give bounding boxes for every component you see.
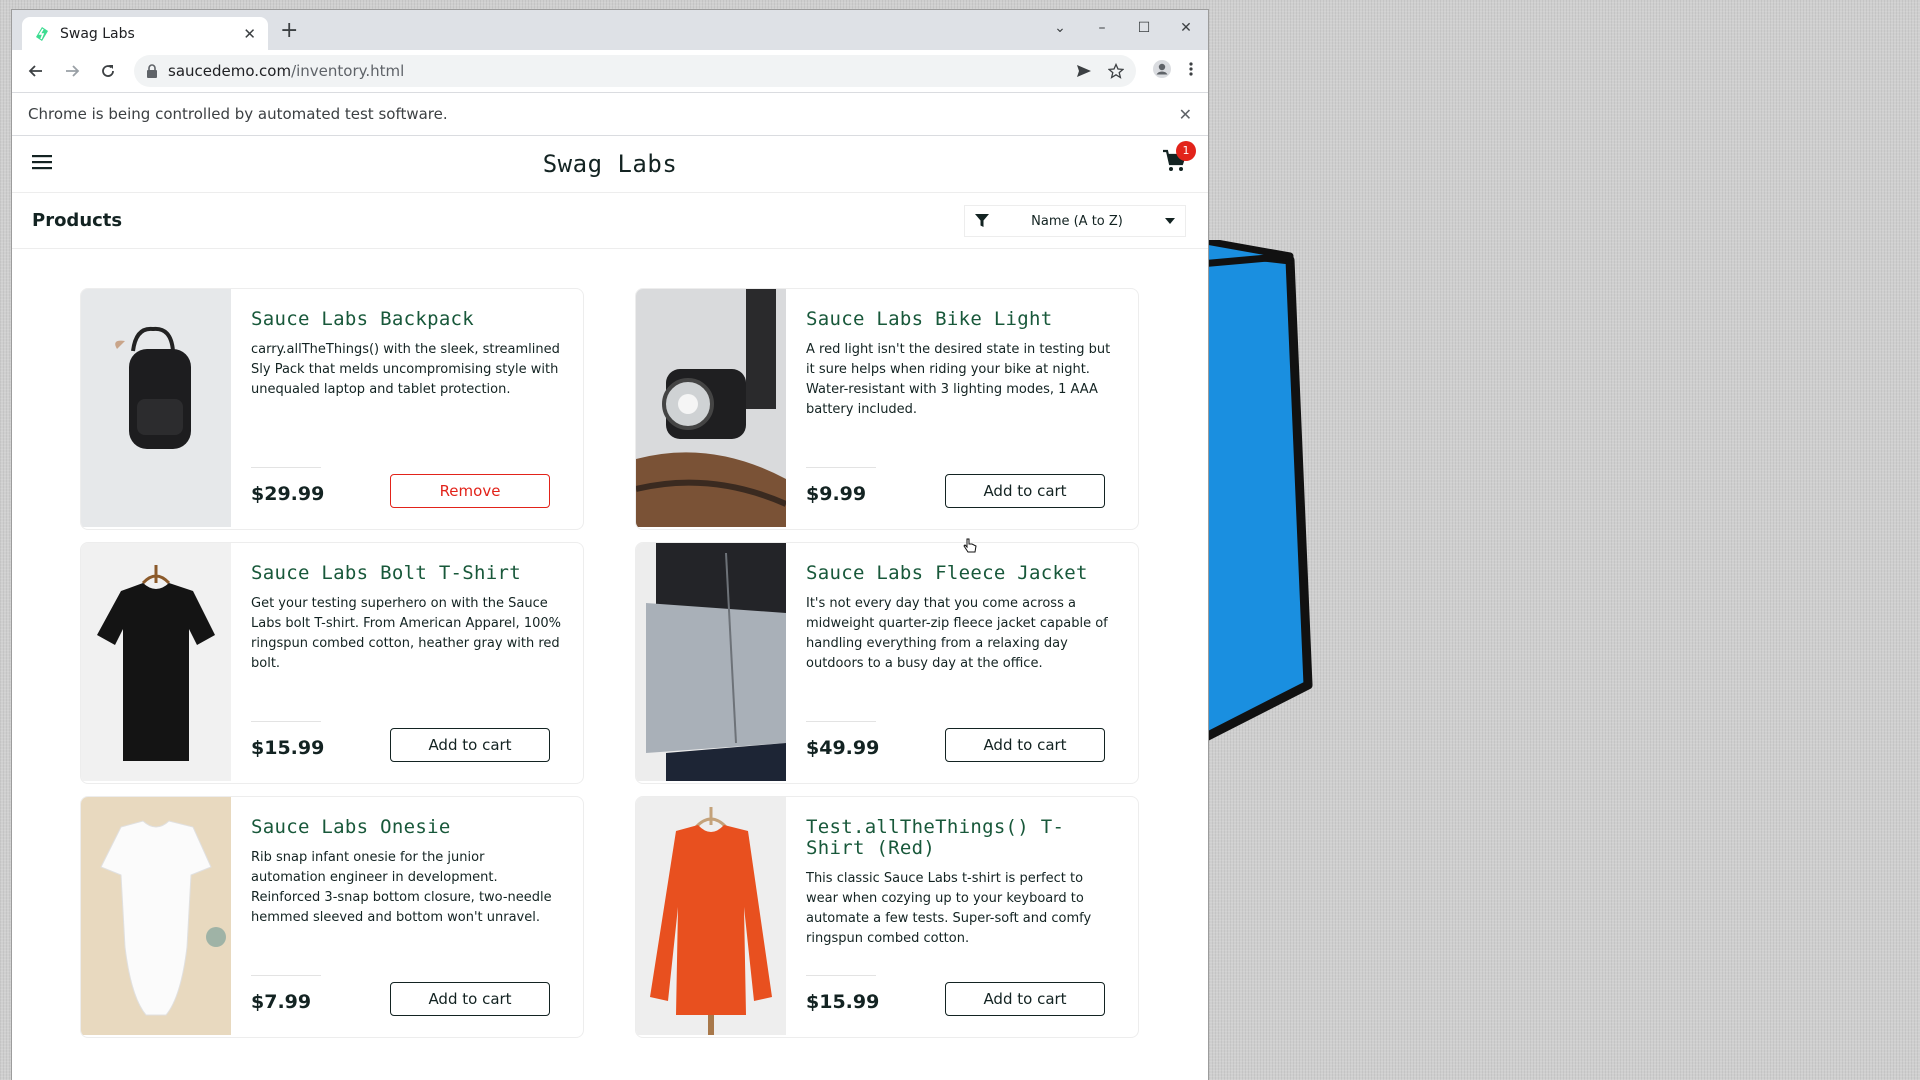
reload-icon[interactable] [94,57,122,85]
sort-select[interactable]: Name (A to Z) [964,205,1186,237]
product-description: carry.allTheThings() with the sleek, str… [251,342,560,397]
product-image-bike-light[interactable] [636,289,788,527]
browser-tab[interactable]: Swag Labs ✕ [22,17,268,50]
inventory-item: Sauce Labs Bolt T-Shirt Get your testing… [80,542,584,784]
add-to-cart-button[interactable]: Add to cart [390,982,550,1016]
product-description: It's not every day that you come across … [806,596,1108,671]
back-arrow-icon[interactable] [22,57,50,85]
maximize-icon[interactable]: ☐ [1136,20,1152,36]
inventory-item: Sauce Labs Fleece Jacket It's not every … [635,542,1139,784]
product-title[interactable]: Sauce Labs Bolt T-Shirt [251,563,563,584]
inventory-item: Sauce Labs Backpack carry.allTheThings()… [80,288,584,530]
product-image-bolt-tshirt[interactable] [81,543,231,781]
product-image-backpack[interactable] [81,289,231,527]
product-price: $7.99 [251,991,312,1013]
lock-icon [147,64,157,78]
tab-strip: Swag Labs ✕ + ⌄ – ☐ ✕ [12,10,1208,50]
product-description: A red light isn't the desired state in t… [806,342,1111,417]
product-title[interactable]: Test.allTheThings() T-Shirt (Red) [806,817,1118,859]
product-price: $49.99 [806,737,880,759]
app-logo: Swag Labs [542,150,678,178]
window-controls: ⌄ – ☐ ✕ [1052,20,1194,36]
price-divider [251,721,321,722]
hamburger-icon[interactable] [32,154,52,174]
product-price: $29.99 [251,483,325,505]
product-title[interactable]: Sauce Labs Fleece Jacket [806,563,1118,584]
product-price: $15.99 [251,737,325,759]
page-title: Products [32,210,123,231]
add-to-cart-button[interactable]: Add to cart [390,728,550,762]
inventory-item: Sauce Labs Onesie Rib snap infant onesie… [80,796,584,1038]
product-description: This classic Sauce Labs t-shirt is perfe… [806,871,1092,946]
shopping-cart-link[interactable]: 1 [1162,141,1196,177]
product-image-fleece-jacket[interactable] [636,543,786,781]
app-header: Swag Labs 1 [12,136,1208,193]
product-description: Get your testing superhero on with the S… [251,596,561,671]
new-tab-icon[interactable]: + [280,18,298,43]
add-to-cart-button[interactable]: Add to cart [945,982,1105,1016]
inventory-item: Test.allTheThings() T-Shirt (Red) This c… [635,796,1139,1038]
profile-icon[interactable] [1152,59,1172,83]
automation-infobar: Chrome is being controlled by automated … [12,92,1208,136]
infobar-close-icon[interactable]: ✕ [1179,105,1192,124]
sort-selected-value: Name (A to Z) [1031,213,1123,229]
secondary-header: Products Name (A to Z) [12,193,1208,249]
star-icon[interactable] [1108,63,1124,79]
tab-search-chevron-icon[interactable]: ⌄ [1052,20,1068,36]
inventory-item: Sauce Labs Bike Light A red light isn't … [635,288,1139,530]
cart-badge: 1 [1176,141,1196,161]
tab-close-icon[interactable]: ✕ [243,25,256,43]
product-image-red-tshirt[interactable] [636,797,786,1035]
price-divider [251,467,321,468]
product-price: $9.99 [806,483,867,505]
tab-title: Swag Labs [60,25,135,42]
product-title[interactable]: Sauce Labs Backpack [251,309,563,330]
browser-window: Swag Labs ✕ + ⌄ – ☐ ✕ saucedemo.com/inve… [12,10,1208,1080]
hand-pointer-cursor-icon [963,538,977,553]
more-icon[interactable] [1188,61,1194,81]
url-text: saucedemo.com/inventory.html [168,62,405,80]
browser-toolbar: saucedemo.com/inventory.html [12,50,1208,92]
price-divider [806,467,876,468]
minimize-icon[interactable]: – [1094,20,1110,36]
remove-button[interactable]: Remove [390,474,550,508]
filter-icon [975,214,989,227]
forward-arrow-icon[interactable] [58,57,86,85]
add-to-cart-button[interactable]: Add to cart [945,474,1105,508]
product-price: $15.99 [806,991,880,1013]
desktop-blue-shape [1200,240,1313,745]
window-close-icon[interactable]: ✕ [1178,20,1194,36]
product-description: Rib snap infant onesie for the junior au… [251,850,552,925]
add-to-cart-button[interactable]: Add to cart [945,728,1105,762]
product-title[interactable]: Sauce Labs Onesie [251,817,563,838]
infobar-text: Chrome is being controlled by automated … [28,105,448,123]
send-icon[interactable] [1076,63,1092,79]
price-divider [806,975,876,976]
address-bar[interactable]: saucedemo.com/inventory.html [134,55,1136,87]
inventory-list: Sauce Labs Backpack carry.allTheThings()… [80,288,1139,1038]
price-divider [251,975,321,976]
product-title[interactable]: Sauce Labs Bike Light [806,309,1118,330]
product-image-onesie[interactable] [81,797,231,1035]
caret-down-icon [1165,218,1175,224]
sauce-labs-favicon [36,26,48,41]
swag-labs-app: Swag Labs 1 Products Name (A to Z) [12,136,1208,249]
price-divider [806,721,876,722]
